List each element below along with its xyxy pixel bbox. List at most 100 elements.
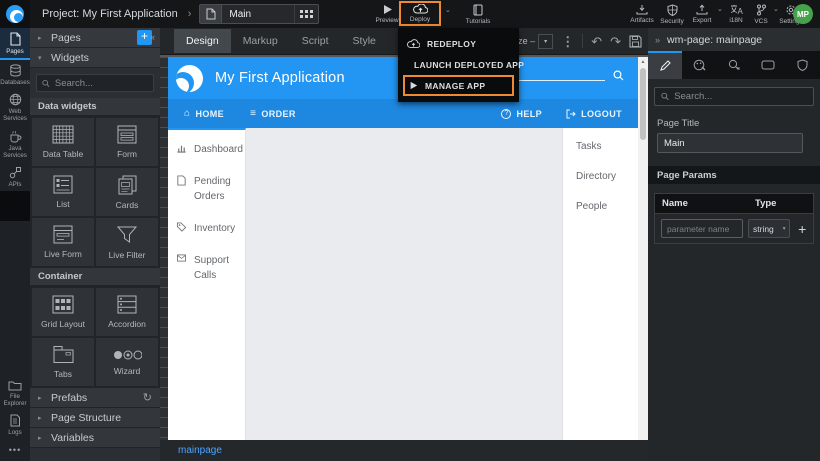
nav-home[interactable]: ⌂ HOME — [184, 108, 224, 119]
tab-markup[interactable]: Markup — [231, 29, 290, 53]
page-structure-section-header[interactable]: ▸ Page Structure — [30, 408, 160, 428]
variables-section-header[interactable]: ▸ Variables — [30, 428, 160, 448]
collapsed-arrow-icon: ▸ — [38, 34, 45, 42]
properties-search-input[interactable] — [674, 91, 807, 102]
side-menu-pending-orders[interactable]: Pending Orders — [176, 174, 239, 204]
widgets-section-header[interactable]: ▾ Widgets — [30, 48, 160, 68]
tab-style[interactable]: Style — [341, 29, 388, 53]
activity-file-explorer[interactable]: File Explorer — [0, 376, 30, 410]
widget-grid-layout[interactable]: Grid Layout — [32, 288, 94, 336]
deploy-button[interactable]: Deploy — [399, 1, 441, 26]
more-options-icon[interactable]: ••• — [0, 445, 30, 455]
scroll-up-icon[interactable]: ▲ — [641, 59, 646, 65]
activity-java-services[interactable]: Java Services — [0, 126, 30, 162]
widget-wizard[interactable]: Wizard — [96, 338, 158, 386]
pages-section-header[interactable]: ▸ Pages + — [30, 28, 160, 48]
page-grid-toggle[interactable] — [294, 5, 318, 23]
tab-script[interactable]: Script — [290, 29, 341, 53]
collapsed-arrow-icon: ▸ — [38, 394, 45, 402]
artifacts-button[interactable]: Artifacts — [626, 1, 658, 27]
nav-label: LOGOUT — [581, 109, 622, 119]
export-button[interactable]: Export — [686, 1, 718, 27]
redo-icon[interactable]: ↷ — [610, 35, 621, 48]
widget-cards[interactable]: Cards — [96, 168, 158, 216]
app-preview[interactable]: My First Application ⌂ HOME ≡ ORDER ? HE… — [168, 57, 638, 440]
widget-live-filter[interactable]: Live Filter — [96, 218, 158, 266]
page-title-input[interactable] — [657, 133, 803, 153]
right-list-item[interactable]: Tasks — [576, 141, 638, 152]
menu-item-launch-deployed-app[interactable]: LAUNCH DEPLOYED APP — [398, 54, 519, 75]
tab-device[interactable] — [751, 51, 785, 79]
param-type-select[interactable]: string ▾ — [748, 219, 790, 238]
tutorials-button[interactable]: Tutorials — [458, 1, 498, 27]
prefabs-section-header[interactable]: ▸ Prefabs ↻ — [30, 388, 160, 408]
nav-logout[interactable]: LOGOUT — [566, 109, 622, 119]
save-icon[interactable] — [629, 35, 642, 48]
user-avatar[interactable]: MP — [793, 4, 813, 24]
page-selector[interactable]: Main — [199, 4, 319, 24]
widget-search-input[interactable] — [55, 78, 148, 89]
activity-databases[interactable]: Databases — [0, 60, 30, 89]
menu-item-redeploy[interactable]: REDEPLOY — [398, 33, 519, 54]
variables-section-label: Variables — [51, 432, 94, 444]
security-button[interactable]: Security — [656, 1, 688, 27]
canvas-scrollbar[interactable]: ▲ — [638, 57, 648, 440]
pencil-icon — [659, 60, 671, 72]
select-arrow-icon: ▾ — [783, 226, 786, 232]
activity-pages[interactable]: Pages — [0, 28, 30, 60]
canvas-size-select[interactable]: ze – ▾ — [518, 34, 553, 49]
i18n-button[interactable]: A i18N — [722, 1, 750, 27]
activity-logs[interactable]: Logs — [0, 410, 30, 439]
widget-live-form[interactable]: Live Form — [32, 218, 94, 266]
cards-icon — [118, 175, 137, 195]
tab-design[interactable]: Design — [174, 29, 231, 53]
refresh-icon[interactable]: ↻ — [143, 391, 152, 404]
activity-bar-divider — [0, 191, 30, 221]
panel-collapse-icon[interactable]: » — [655, 35, 660, 45]
activity-web-services[interactable]: Web Services — [0, 89, 30, 125]
add-param-button[interactable]: + — [795, 222, 809, 236]
coffee-cup-icon — [9, 130, 22, 143]
menu-item-manage-app[interactable]: MANAGE APP — [403, 75, 514, 96]
app-content-area[interactable] — [246, 128, 562, 440]
widget-accordion[interactable]: Accordion — [96, 288, 158, 336]
left-panel: ▸ Pages + ▾ Widgets Data widgets Data Ta… — [30, 28, 160, 461]
order-list-icon: ≡ — [250, 108, 256, 119]
properties-search — [654, 87, 814, 106]
open-page-tab[interactable]: mainpage — [178, 445, 222, 456]
tab-events[interactable] — [717, 51, 751, 79]
widget-label: Accordion — [108, 319, 146, 329]
search-input-underline[interactable] — [517, 71, 605, 81]
grid-icon — [300, 10, 303, 13]
deploy-chevron-icon[interactable]: ⌄ — [445, 6, 451, 14]
activity-apis[interactable]: APIs — [0, 162, 30, 191]
app-title: My First Application — [215, 70, 345, 86]
widget-list[interactable]: List — [32, 168, 94, 216]
side-menu-support-calls[interactable]: Support Calls — [176, 253, 239, 283]
tab-security[interactable] — [786, 51, 820, 79]
page-selector-value[interactable]: Main — [222, 9, 294, 20]
side-menu-dashboard[interactable]: Dashboard — [176, 142, 239, 157]
scrollbar-thumb[interactable] — [640, 68, 646, 140]
widget-group-title: Container — [30, 268, 160, 286]
param-name-input[interactable] — [661, 219, 743, 238]
right-list-item[interactable]: Directory — [576, 171, 638, 182]
undo-icon[interactable]: ↶ — [591, 35, 602, 48]
left-panel-collapse-icon[interactable]: « — [150, 32, 155, 42]
vcs-button[interactable]: VCS — [748, 1, 774, 27]
app-search[interactable] — [517, 70, 638, 87]
right-list-item[interactable]: People — [576, 201, 638, 212]
wavemaker-logo[interactable] — [0, 0, 30, 28]
nav-order[interactable]: ≡ ORDER — [250, 108, 296, 119]
widget-tabs[interactable]: Tabs — [32, 338, 94, 386]
side-menu-inventory[interactable]: Inventory — [176, 221, 239, 236]
tab-properties[interactable] — [648, 51, 682, 79]
home-icon: ⌂ — [184, 108, 190, 119]
tab-styles[interactable] — [682, 51, 716, 79]
nav-help[interactable]: ? HELP — [501, 109, 542, 119]
widget-form[interactable]: Form — [96, 118, 158, 166]
more-menu-icon[interactable]: ⋮ — [561, 35, 574, 48]
play-icon — [409, 81, 418, 90]
search-icon[interactable] — [613, 70, 624, 81]
widget-data-table[interactable]: Data Table — [32, 118, 94, 166]
